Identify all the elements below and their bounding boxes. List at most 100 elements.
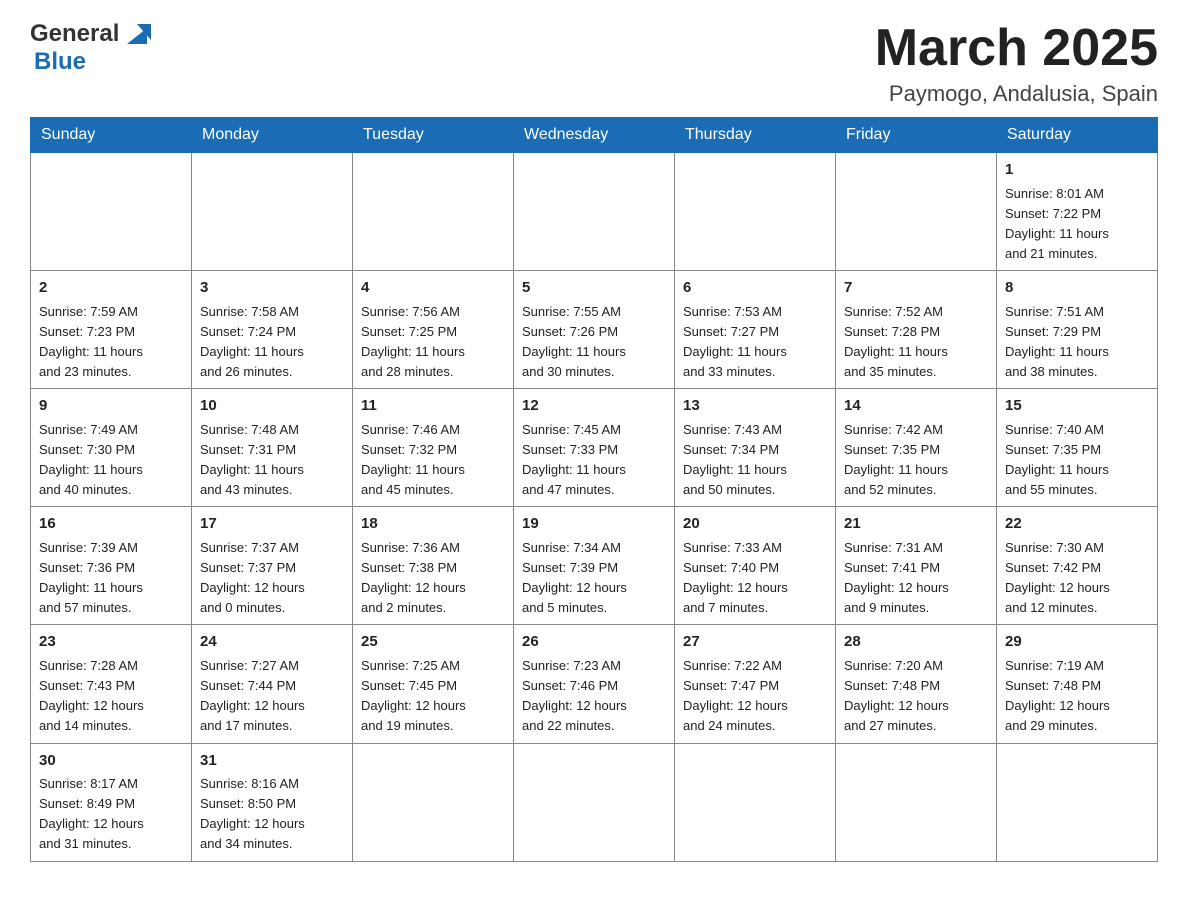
day-info: Sunrise: 7:49 AMSunset: 7:30 PMDaylight:…: [39, 420, 183, 501]
calendar-week-4: 16Sunrise: 7:39 AMSunset: 7:36 PMDayligh…: [31, 507, 1158, 625]
day-number: 9: [39, 395, 183, 418]
calendar-cell: [353, 743, 514, 861]
calendar-cell: 24Sunrise: 7:27 AMSunset: 7:44 PMDayligh…: [192, 625, 353, 743]
day-number: 12: [522, 395, 666, 418]
calendar-week-3: 9Sunrise: 7:49 AMSunset: 7:30 PMDaylight…: [31, 389, 1158, 507]
calendar-cell: 19Sunrise: 7:34 AMSunset: 7:39 PMDayligh…: [514, 507, 675, 625]
calendar-cell: 10Sunrise: 7:48 AMSunset: 7:31 PMDayligh…: [192, 389, 353, 507]
day-number: 26: [522, 631, 666, 654]
calendar-cell: [514, 743, 675, 861]
day-info: Sunrise: 7:20 AMSunset: 7:48 PMDaylight:…: [844, 656, 988, 737]
day-info: Sunrise: 7:34 AMSunset: 7:39 PMDaylight:…: [522, 538, 666, 619]
day-info: Sunrise: 7:48 AMSunset: 7:31 PMDaylight:…: [200, 420, 344, 501]
day-info: Sunrise: 7:39 AMSunset: 7:36 PMDaylight:…: [39, 538, 183, 619]
calendar-cell: 25Sunrise: 7:25 AMSunset: 7:45 PMDayligh…: [353, 625, 514, 743]
day-info: Sunrise: 7:52 AMSunset: 7:28 PMDaylight:…: [844, 302, 988, 383]
calendar-cell: 15Sunrise: 7:40 AMSunset: 7:35 PMDayligh…: [997, 389, 1158, 507]
day-number: 19: [522, 513, 666, 536]
calendar-cell: 9Sunrise: 7:49 AMSunset: 7:30 PMDaylight…: [31, 389, 192, 507]
month-title: March 2025: [875, 20, 1158, 77]
calendar-cell: 17Sunrise: 7:37 AMSunset: 7:37 PMDayligh…: [192, 507, 353, 625]
day-info: Sunrise: 7:36 AMSunset: 7:38 PMDaylight:…: [361, 538, 505, 619]
day-number: 6: [683, 277, 827, 300]
calendar-cell: 8Sunrise: 7:51 AMSunset: 7:29 PMDaylight…: [997, 271, 1158, 389]
calendar-table: SundayMondayTuesdayWednesdayThursdayFrid…: [30, 117, 1158, 861]
day-info: Sunrise: 7:22 AMSunset: 7:47 PMDaylight:…: [683, 656, 827, 737]
day-number: 13: [683, 395, 827, 418]
weekday-header-friday: Friday: [836, 118, 997, 153]
day-number: 18: [361, 513, 505, 536]
day-info: Sunrise: 7:46 AMSunset: 7:32 PMDaylight:…: [361, 420, 505, 501]
calendar-cell: 13Sunrise: 7:43 AMSunset: 7:34 PMDayligh…: [675, 389, 836, 507]
day-number: 22: [1005, 513, 1149, 536]
calendar-cell: [675, 153, 836, 271]
day-number: 3: [200, 277, 344, 300]
weekday-header-wednesday: Wednesday: [514, 118, 675, 153]
day-number: 1: [1005, 159, 1149, 182]
calendar-cell: 3Sunrise: 7:58 AMSunset: 7:24 PMDaylight…: [192, 271, 353, 389]
day-number: 24: [200, 631, 344, 654]
weekday-header-thursday: Thursday: [675, 118, 836, 153]
weekday-header-monday: Monday: [192, 118, 353, 153]
day-info: Sunrise: 8:01 AMSunset: 7:22 PMDaylight:…: [1005, 184, 1149, 265]
day-info: Sunrise: 7:19 AMSunset: 7:48 PMDaylight:…: [1005, 656, 1149, 737]
day-number: 20: [683, 513, 827, 536]
calendar-cell: [675, 743, 836, 861]
calendar-cell: 21Sunrise: 7:31 AMSunset: 7:41 PMDayligh…: [836, 507, 997, 625]
calendar-cell: 14Sunrise: 7:42 AMSunset: 7:35 PMDayligh…: [836, 389, 997, 507]
calendar-cell: 12Sunrise: 7:45 AMSunset: 7:33 PMDayligh…: [514, 389, 675, 507]
day-info: Sunrise: 7:58 AMSunset: 7:24 PMDaylight:…: [200, 302, 344, 383]
calendar-week-1: 1Sunrise: 8:01 AMSunset: 7:22 PMDaylight…: [31, 153, 1158, 271]
day-number: 16: [39, 513, 183, 536]
location: Paymogo, Andalusia, Spain: [875, 81, 1158, 107]
calendar-cell: [836, 743, 997, 861]
day-number: 31: [200, 750, 344, 773]
calendar-cell: 16Sunrise: 7:39 AMSunset: 7:36 PMDayligh…: [31, 507, 192, 625]
weekday-header-tuesday: Tuesday: [353, 118, 514, 153]
day-info: Sunrise: 7:40 AMSunset: 7:35 PMDaylight:…: [1005, 420, 1149, 501]
day-number: 7: [844, 277, 988, 300]
weekday-header-sunday: Sunday: [31, 118, 192, 153]
calendar-cell: 5Sunrise: 7:55 AMSunset: 7:26 PMDaylight…: [514, 271, 675, 389]
day-number: 11: [361, 395, 505, 418]
calendar-cell: [836, 153, 997, 271]
calendar-cell: 31Sunrise: 8:16 AMSunset: 8:50 PMDayligh…: [192, 743, 353, 861]
day-info: Sunrise: 7:31 AMSunset: 7:41 PMDaylight:…: [844, 538, 988, 619]
day-info: Sunrise: 7:28 AMSunset: 7:43 PMDaylight:…: [39, 656, 183, 737]
day-info: Sunrise: 7:55 AMSunset: 7:26 PMDaylight:…: [522, 302, 666, 383]
calendar-cell: 4Sunrise: 7:56 AMSunset: 7:25 PMDaylight…: [353, 271, 514, 389]
day-info: Sunrise: 7:51 AMSunset: 7:29 PMDaylight:…: [1005, 302, 1149, 383]
day-number: 25: [361, 631, 505, 654]
day-info: Sunrise: 7:37 AMSunset: 7:37 PMDaylight:…: [200, 538, 344, 619]
calendar-week-5: 23Sunrise: 7:28 AMSunset: 7:43 PMDayligh…: [31, 625, 1158, 743]
calendar-cell: 28Sunrise: 7:20 AMSunset: 7:48 PMDayligh…: [836, 625, 997, 743]
page-header: General Blue March 2025 Paymogo, Andalus…: [30, 20, 1158, 107]
calendar-cell: 23Sunrise: 7:28 AMSunset: 7:43 PMDayligh…: [31, 625, 192, 743]
day-number: 4: [361, 277, 505, 300]
calendar-cell: [31, 153, 192, 271]
calendar-cell: [192, 153, 353, 271]
day-number: 17: [200, 513, 344, 536]
day-number: 8: [1005, 277, 1149, 300]
calendar-cell: [997, 743, 1158, 861]
day-info: Sunrise: 8:16 AMSunset: 8:50 PMDaylight:…: [200, 774, 344, 855]
day-info: Sunrise: 7:30 AMSunset: 7:42 PMDaylight:…: [1005, 538, 1149, 619]
calendar-cell: 22Sunrise: 7:30 AMSunset: 7:42 PMDayligh…: [997, 507, 1158, 625]
day-info: Sunrise: 7:43 AMSunset: 7:34 PMDaylight:…: [683, 420, 827, 501]
day-number: 28: [844, 631, 988, 654]
title-block: March 2025 Paymogo, Andalusia, Spain: [875, 20, 1158, 107]
logo-general-text: General: [30, 20, 119, 48]
calendar-cell: 11Sunrise: 7:46 AMSunset: 7:32 PMDayligh…: [353, 389, 514, 507]
calendar-cell: 1Sunrise: 8:01 AMSunset: 7:22 PMDaylight…: [997, 153, 1158, 271]
day-number: 21: [844, 513, 988, 536]
day-info: Sunrise: 7:42 AMSunset: 7:35 PMDaylight:…: [844, 420, 988, 501]
day-number: 27: [683, 631, 827, 654]
day-info: Sunrise: 7:59 AMSunset: 7:23 PMDaylight:…: [39, 302, 183, 383]
day-info: Sunrise: 7:25 AMSunset: 7:45 PMDaylight:…: [361, 656, 505, 737]
day-info: Sunrise: 7:27 AMSunset: 7:44 PMDaylight:…: [200, 656, 344, 737]
calendar-cell: [514, 153, 675, 271]
calendar-cell: 6Sunrise: 7:53 AMSunset: 7:27 PMDaylight…: [675, 271, 836, 389]
day-number: 29: [1005, 631, 1149, 654]
logo-triangle-icon: [123, 20, 151, 48]
day-info: Sunrise: 7:56 AMSunset: 7:25 PMDaylight:…: [361, 302, 505, 383]
